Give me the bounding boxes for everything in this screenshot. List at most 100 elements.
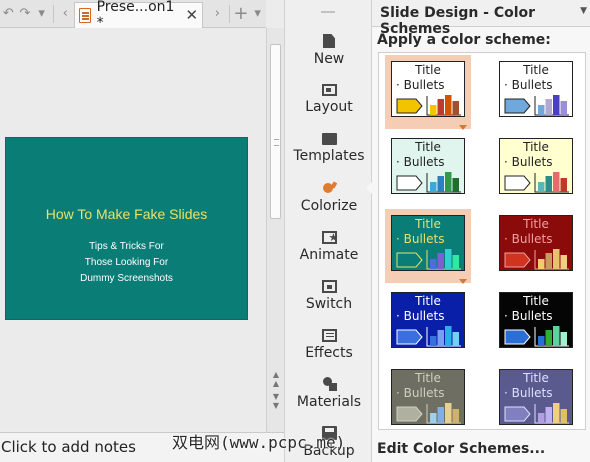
scheme-preview-graphic	[504, 326, 569, 347]
sidebar-item-label: New	[313, 51, 345, 67]
sidebar-grip	[321, 11, 335, 13]
scheme-preview-bar	[560, 101, 567, 115]
scheme-preview-bar	[445, 403, 452, 423]
scheme-preview-title: Title	[523, 63, 549, 77]
scheme-preview-bar	[452, 255, 459, 269]
notes-placeholder: Click to add notes	[1, 438, 136, 456]
sidebar-item-templates[interactable]: Templates	[285, 133, 373, 164]
scheme-preview: Title · Bullets	[499, 215, 573, 271]
scheme-preview-title: Title	[415, 371, 441, 385]
scheme-preview-bar	[538, 413, 545, 423]
previous-tab-icon[interactable]: ‹	[57, 3, 74, 25]
scheme-preview-title: Title	[523, 371, 549, 385]
slide-subtitle-line[interactable]: Dummy Screenshots	[6, 273, 247, 284]
scheme-preview-bar	[452, 101, 459, 115]
scheme-preview-bar	[452, 332, 459, 346]
scheme-gallery[interactable]: Title · Bullets Title · Bullets Title · Bulle…	[378, 52, 586, 430]
color-scheme-option[interactable]: Title · Bullets	[385, 209, 471, 284]
color-scheme-option[interactable]: Title · Bullets	[493, 363, 579, 429]
animate-icon	[321, 231, 338, 244]
scheme-preview-bullets: · Bullets	[396, 78, 445, 92]
slide-canvas[interactable]: How To Make Fake Slides Tips & Tricks Fo…	[0, 28, 266, 428]
scheme-preview-arrow	[396, 329, 423, 345]
color-scheme-option[interactable]: Title · Bullets	[493, 209, 579, 283]
sidebar-item-new[interactable]: New	[285, 34, 373, 67]
sidebar-item-colorize[interactable]: Colorize	[285, 182, 373, 214]
new-tab-icon[interactable]: +	[233, 3, 250, 25]
scheme-preview-graphic	[396, 95, 461, 116]
scheme-preview-bullets: · Bullets	[396, 155, 445, 169]
redo-icon[interactable]: ↷	[17, 3, 34, 25]
next-tab-icon[interactable]: ›	[209, 3, 226, 25]
scheme-menu-icon[interactable]	[459, 279, 467, 284]
scheme-preview-bullets: · Bullets	[504, 232, 553, 246]
slide-subtitle-line[interactable]: Tips & Tricks For	[6, 241, 247, 252]
presentation-file-icon	[78, 7, 91, 23]
scheme-preview-bar	[445, 326, 452, 346]
scheme-preview-arrow	[396, 98, 423, 114]
sidebar-item-label: Animate	[299, 247, 359, 263]
undo-icon[interactable]: ↶	[0, 3, 17, 25]
color-scheme-option[interactable]: Title · Bullets	[493, 286, 579, 360]
sidebar-item-label: Switch	[305, 296, 353, 312]
scheme-preview: Title · Bullets	[391, 61, 465, 117]
scheme-preview-bar	[553, 326, 560, 346]
document-tab[interactable]: Prese...on1 * ✕	[73, 0, 204, 31]
color-scheme-option[interactable]: Title · Bullets	[385, 132, 471, 206]
scheme-preview: Title · Bullets	[499, 369, 573, 425]
color-scheme-option[interactable]: Title · Bullets	[385, 363, 471, 429]
slide[interactable]: How To Make Fake Slides Tips & Tricks Fo…	[5, 137, 248, 320]
scheme-preview-graphic	[504, 249, 569, 270]
tab-menu-icon[interactable]: ▾	[249, 3, 266, 25]
slide-title[interactable]: How To Make Fake Slides	[6, 206, 247, 222]
scheme-preview-bar	[437, 407, 444, 423]
effects-icon	[321, 329, 337, 342]
scheme-preview-title: Title	[415, 63, 441, 77]
sidebar-item-layout[interactable]: Layout	[285, 84, 373, 115]
color-scheme-option[interactable]: Title · Bullets	[493, 132, 579, 206]
slide-subtitle-line[interactable]: Those Looking For	[6, 257, 247, 268]
scroll-up-icon[interactable]: ▲ ▲	[269, 370, 283, 388]
sidebar-item-label: Colorize	[300, 198, 358, 214]
color-scheme-option[interactable]: Title · Bullets	[493, 55, 579, 129]
new-page-icon	[323, 34, 335, 48]
scheme-preview-title: Title	[523, 294, 549, 308]
toolbar-divider	[53, 4, 54, 23]
panel-header[interactable]: Slide Design - Color Schemes ▼	[372, 0, 590, 37]
close-tab-icon[interactable]: ✕	[185, 6, 198, 24]
history-dropdown-icon[interactable]: ▾	[33, 3, 50, 25]
scheme-preview-arrow	[504, 406, 531, 422]
scheme-preview-arrow	[504, 329, 531, 345]
scheme-preview-bullets: · Bullets	[504, 386, 553, 400]
scheme-preview-graphic	[504, 172, 569, 193]
scheme-preview-bar	[560, 255, 567, 269]
scheme-preview-bar	[538, 336, 545, 346]
scheme-preview-graphic	[396, 249, 461, 270]
sidebar-item-materials[interactable]: Materials	[285, 377, 373, 410]
sidebar-item-animate[interactable]: Animate	[285, 231, 373, 263]
sidebar-item-label: Layout	[305, 99, 353, 115]
scheme-preview-bar	[545, 407, 552, 423]
sidebar-item-label: Effects	[305, 345, 353, 361]
scrollbar-grip	[274, 139, 279, 146]
sidebar-item-effects[interactable]: Effects	[285, 329, 373, 361]
scheme-preview-bar	[445, 249, 452, 269]
sidebar-item-switch[interactable]: Switch	[285, 280, 373, 312]
color-scheme-option[interactable]: Title · Bullets	[385, 286, 471, 360]
scheme-preview-bullets: · Bullets	[396, 232, 445, 246]
scheme-preview-bar	[560, 409, 567, 423]
scrollbar-thumb[interactable]	[270, 44, 281, 219]
scroll-down-icon[interactable]: ▼ ▼	[269, 392, 283, 410]
scheme-preview-bar	[560, 332, 567, 346]
scheme-preview-arrow	[504, 175, 531, 191]
vertical-scrollbar[interactable]: ▲ ▲ ▼ ▼	[266, 28, 284, 432]
scheme-menu-icon[interactable]	[459, 125, 467, 130]
scheme-preview-bar	[430, 413, 437, 423]
scheme-preview-bar	[553, 95, 560, 115]
panel-dropdown-icon[interactable]: ▼	[580, 6, 587, 16]
scheme-preview-arrow	[396, 406, 423, 422]
color-scheme-option[interactable]: Title · Bullets	[385, 55, 471, 130]
watermark: 双电网(www.pcpc.me)	[172, 433, 346, 452]
scheme-preview-graphic	[504, 95, 569, 116]
edit-color-schemes-link[interactable]: Edit Color Schemes...	[377, 441, 545, 457]
